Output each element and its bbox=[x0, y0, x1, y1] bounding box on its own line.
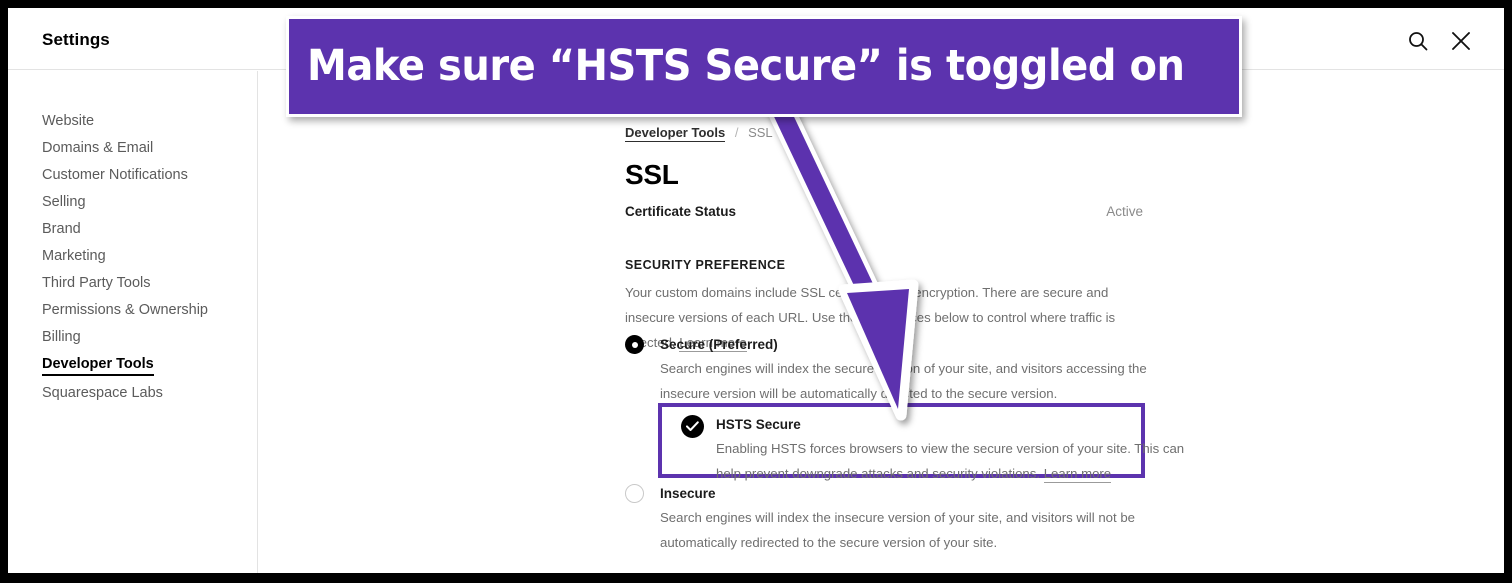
sidebar-item-developer-tools[interactable]: Developer Tools bbox=[42, 356, 154, 376]
callout-banner-text: Make sure “HSTS Secure” is toggled on bbox=[307, 41, 1185, 91]
option-hsts-secure-description: Enabling HSTS forces browsers to view th… bbox=[716, 441, 1185, 481]
radio-secure-preferred[interactable] bbox=[625, 335, 644, 354]
option-hsts-secure-description-wrap: Enabling HSTS forces browsers to view th… bbox=[716, 436, 1206, 486]
breadcrumb: Developer Tools / SSL bbox=[625, 125, 773, 142]
certificate-status-label: Certificate Status bbox=[625, 204, 737, 219]
sidebar-item-brand[interactable]: Brand bbox=[42, 221, 81, 237]
screenshot-frame: Settings Website Domains & Email Custome… bbox=[0, 0, 1512, 583]
breadcrumb-separator: / bbox=[734, 125, 739, 140]
hsts-secure-highlight-box[interactable]: HSTS Secure Enabling HSTS forces browser… bbox=[658, 403, 1184, 483]
search-icon[interactable] bbox=[1407, 30, 1429, 52]
sidebar-item-billing[interactable]: Billing bbox=[42, 329, 81, 345]
option-insecure-title: Insecure bbox=[660, 486, 716, 501]
settings-window: Settings Website Domains & Email Custome… bbox=[8, 8, 1504, 573]
sidebar-item-third-party-tools[interactable]: Third Party Tools bbox=[42, 275, 151, 291]
breadcrumb-current: SSL bbox=[748, 125, 773, 140]
callout-banner: Make sure “HSTS Secure” is toggled on bbox=[286, 16, 1242, 117]
security-preference-heading: SECURITY PREFERENCE bbox=[625, 258, 786, 272]
close-icon[interactable] bbox=[1450, 30, 1472, 52]
option-secure-preferred-title: Secure (Preferred) bbox=[660, 337, 778, 352]
option-insecure-description: Search engines will index the insecure v… bbox=[660, 510, 1135, 550]
check-icon bbox=[686, 421, 699, 431]
sidebar-item-permissions-ownership[interactable]: Permissions & Ownership bbox=[42, 302, 208, 318]
checkbox-hsts-secure[interactable] bbox=[681, 415, 704, 438]
radio-insecure[interactable] bbox=[625, 484, 644, 503]
sidebar-item-selling[interactable]: Selling bbox=[42, 194, 86, 210]
page-title-settings: Settings bbox=[42, 30, 110, 49]
settings-content-panel: Developer Tools / SSL SSL Certificate St… bbox=[259, 71, 1504, 573]
breadcrumb-parent-link[interactable]: Developer Tools bbox=[625, 125, 726, 142]
sidebar-item-marketing[interactable]: Marketing bbox=[42, 248, 106, 264]
sidebar-item-customer-notifications[interactable]: Customer Notifications bbox=[42, 167, 188, 183]
certificate-status-value: Active bbox=[1106, 204, 1143, 219]
sidebar-item-squarespace-labs[interactable]: Squarespace Labs bbox=[42, 385, 163, 401]
page-title-ssl: SSL bbox=[625, 159, 679, 190]
sidebar-item-domains-email[interactable]: Domains & Email bbox=[42, 140, 153, 156]
option-secure-preferred-description: Search engines will index the secure ver… bbox=[660, 361, 1147, 401]
settings-sidebar: Website Domains & Email Customer Notific… bbox=[8, 71, 258, 573]
sidebar-item-website[interactable]: Website bbox=[42, 113, 94, 129]
option-hsts-secure-learn-more-link[interactable]: Learn more bbox=[1043, 466, 1112, 483]
option-hsts-secure-title: HSTS Secure bbox=[716, 417, 801, 432]
